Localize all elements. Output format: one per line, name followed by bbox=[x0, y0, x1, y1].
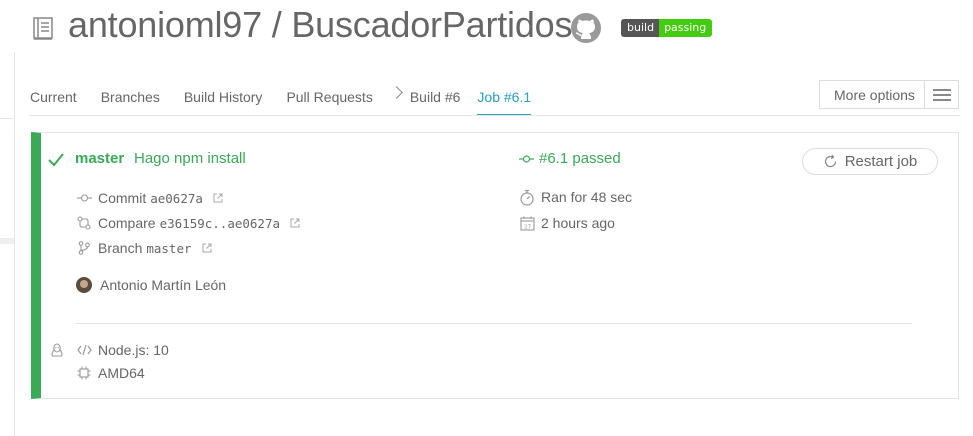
branch-icon bbox=[76, 240, 92, 256]
duration-text: Ran for 48 sec bbox=[541, 189, 633, 205]
github-icon[interactable] bbox=[570, 12, 602, 44]
repo-nav: Current Branches Build History Pull Requ… bbox=[30, 86, 555, 115]
compare-icon bbox=[76, 215, 92, 231]
breadcrumb-build[interactable]: Build #6 bbox=[410, 89, 461, 115]
job-status[interactable]: #6.1 passed bbox=[519, 150, 621, 167]
check-icon bbox=[48, 153, 64, 167]
nav-divider bbox=[30, 115, 960, 116]
tab-build-history[interactable]: Build History bbox=[184, 89, 263, 115]
author-row: Antonio Martín León bbox=[76, 277, 226, 293]
commit-message: Hago npm install bbox=[134, 150, 246, 167]
external-link-icon[interactable] bbox=[290, 218, 300, 228]
repo-icon bbox=[33, 17, 53, 40]
gutter-divider bbox=[0, 118, 14, 119]
chevron-right-icon bbox=[389, 86, 403, 99]
restart-job-label: Restart job bbox=[844, 153, 918, 170]
commit-row: Commit ae0627a bbox=[76, 190, 223, 206]
badge-value: passing bbox=[659, 19, 713, 37]
stopwatch-icon bbox=[519, 189, 535, 206]
code-icon bbox=[76, 342, 92, 358]
repo-title[interactable]: antonioml97 / BuscadorPartidos bbox=[68, 4, 572, 46]
more-options-label: More options bbox=[834, 86, 915, 103]
gutter-divider bbox=[0, 238, 14, 244]
author-name: Antonio Martín León bbox=[100, 277, 227, 293]
card-divider bbox=[76, 323, 912, 324]
cpu-icon bbox=[76, 365, 92, 381]
tab-current[interactable]: Current bbox=[30, 89, 77, 115]
compare-row: Compare e36159c..ae0627a bbox=[76, 215, 300, 231]
language-text: Node.js: 10 bbox=[98, 342, 169, 358]
tab-branches[interactable]: Branches bbox=[101, 89, 160, 115]
svg-text:27: 27 bbox=[524, 224, 531, 230]
restart-job-button[interactable]: Restart job bbox=[802, 148, 938, 175]
job-status-text: #6.1 passed bbox=[539, 150, 621, 167]
commit-icon bbox=[519, 154, 534, 163]
badge-label: build bbox=[621, 19, 660, 37]
tab-job[interactable]: Job #6.1 bbox=[477, 89, 532, 115]
commit-icon bbox=[76, 190, 92, 206]
arch-row: AMD64 bbox=[76, 365, 145, 381]
external-link-icon[interactable] bbox=[213, 193, 223, 203]
commit-sha-link[interactable]: ae0627a bbox=[150, 191, 203, 206]
language-row: Node.js: 10 bbox=[76, 342, 169, 358]
arch-text: AMD64 bbox=[98, 365, 145, 381]
finished-row: 27 2 hours ago bbox=[519, 215, 615, 231]
linux-icon bbox=[51, 343, 63, 357]
job-branch-link[interactable]: master bbox=[75, 150, 124, 167]
external-link-icon[interactable] bbox=[202, 243, 212, 253]
avatar bbox=[76, 277, 92, 293]
branch-row: Branch master bbox=[76, 240, 212, 256]
branch-value-link[interactable]: master bbox=[146, 241, 191, 256]
left-gutter bbox=[14, 52, 15, 436]
build-status-badge[interactable]: build passing bbox=[621, 19, 713, 37]
branch-label: Branch bbox=[98, 240, 143, 256]
commit-label: Commit bbox=[98, 190, 147, 206]
finished-text: 2 hours ago bbox=[541, 215, 615, 231]
compare-label: Compare bbox=[98, 215, 156, 231]
restart-icon bbox=[824, 154, 836, 168]
more-options-button[interactable]: More options bbox=[819, 80, 959, 109]
compare-range-link[interactable]: e36159c..ae0627a bbox=[160, 216, 280, 231]
tab-pull-requests[interactable]: Pull Requests bbox=[286, 89, 372, 115]
duration-row: Ran for 48 sec bbox=[519, 189, 633, 206]
calendar-icon: 27 bbox=[519, 215, 535, 231]
hamburger-icon bbox=[924, 81, 958, 108]
